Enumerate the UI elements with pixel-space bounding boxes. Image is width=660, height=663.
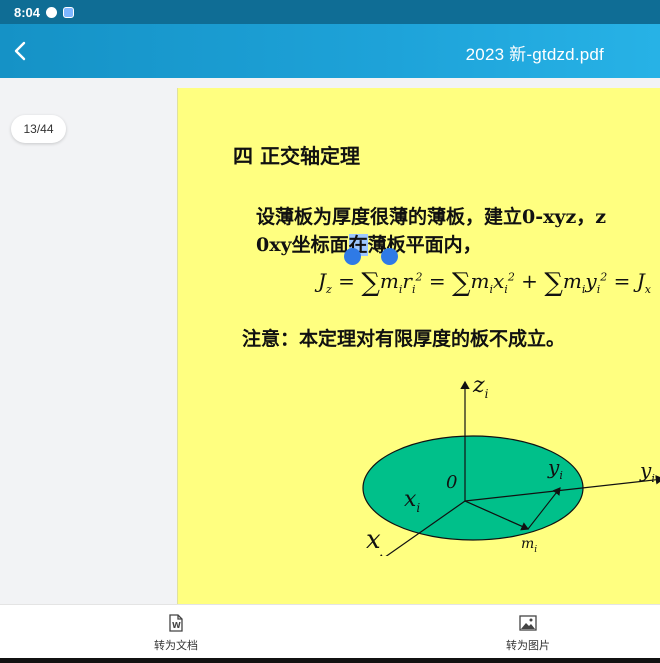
convert-to-document-label: 转为文档	[154, 639, 198, 652]
system-nav-bar	[0, 658, 660, 663]
app-bar: 2023 新-gtdzd.pdf	[0, 24, 660, 78]
word-document-icon: W	[169, 614, 183, 632]
note-text: 注意：本定理对有限厚度的板不成立。	[242, 328, 566, 350]
chevron-left-icon	[14, 41, 26, 61]
paragraph-line-2: 0xy坐标面在薄板平面内，	[256, 230, 482, 257]
page-indicator: 13/44	[11, 115, 66, 143]
convert-to-document-button[interactable]: W 转为文档	[131, 613, 221, 653]
paragraph-text: 0xy坐标面	[256, 234, 349, 256]
y-axis-label: yi	[639, 458, 655, 485]
axis-diagram: zi yi yi xi x 0 mi	[362, 376, 660, 556]
convert-to-image-button[interactable]: 转为图片	[483, 613, 573, 653]
pdf-viewer[interactable]: 13/44 四 正交轴定理 设薄板为厚度很薄的薄板，建立0-xyz，z 0xy坐…	[0, 78, 660, 604]
formula: Jz = ∑miri2 = ∑mixi2 + ∑miyi2 = Jx	[318, 268, 651, 298]
x-axis-label: x	[366, 525, 381, 555]
pdf-page[interactable]: 四 正交轴定理 设薄板为厚度很薄的薄板，建立0-xyz，z 0xy坐标面在薄板平…	[177, 88, 660, 604]
status-bar: 8:04	[0, 0, 660, 24]
bottom-toolbar: W 转为文档 转为图片	[0, 604, 660, 658]
paragraph-line-1: 设薄板为厚度很薄的薄板，建立0-xyz，z	[256, 206, 607, 228]
document-title: 2023 新-gtdzd.pdf	[465, 45, 604, 64]
origin-label: 0	[446, 472, 457, 493]
status-time: 8:04	[14, 4, 41, 20]
slide-heading: 四 正交轴定理	[233, 144, 360, 168]
plate-ellipse	[362, 435, 584, 541]
selection-start-handle[interactable]	[344, 248, 361, 265]
image-icon	[519, 615, 537, 631]
z-axis-label: zi	[472, 376, 489, 401]
back-button[interactable]	[4, 34, 36, 68]
app-notification-icon	[63, 6, 75, 18]
qq-icon	[46, 6, 58, 18]
selection-end-handle[interactable]	[381, 248, 398, 265]
convert-to-image-label: 转为图片	[506, 639, 550, 652]
svg-text:W: W	[172, 621, 181, 630]
mass-label: mi	[521, 536, 537, 555]
